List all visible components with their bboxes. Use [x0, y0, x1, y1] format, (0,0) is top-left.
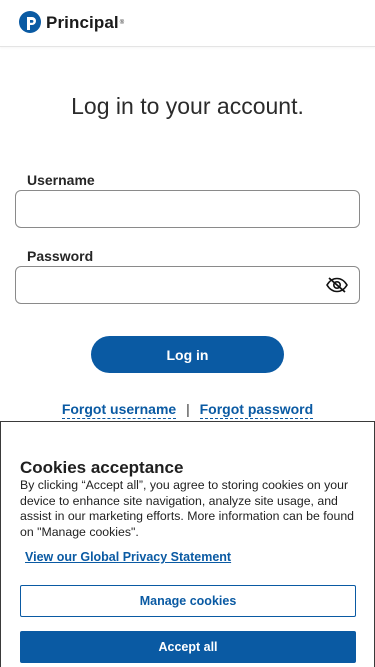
password-field[interactable]: [15, 266, 360, 304]
cookie-description: By clicking “Accept all”, you agree to s…: [20, 478, 355, 539]
brand-logo[interactable]: Principal ®: [18, 11, 124, 35]
manage-cookies-button[interactable]: Manage cookies: [20, 585, 356, 617]
site-header: Principal ®: [0, 0, 375, 47]
privacy-statement-link[interactable]: View our Global Privacy Statement: [25, 550, 231, 564]
forgot-username-link[interactable]: Forgot username: [61, 401, 177, 419]
page-title: Log in to your account.: [71, 93, 304, 119]
cookie-title: Cookies acceptance: [20, 458, 184, 477]
login-button[interactable]: Log in: [91, 336, 284, 373]
cookie-banner: Cookies acceptance By clicking “Accept a…: [0, 421, 375, 667]
password-label: Password: [27, 248, 94, 264]
link-separator: |: [186, 401, 190, 417]
brand-registered-mark: ®: [119, 20, 125, 26]
forgot-password-link[interactable]: Forgot password: [199, 401, 314, 419]
principal-logo-icon: [19, 11, 41, 33]
username-label: Username: [27, 172, 95, 188]
username-field[interactable]: [15, 190, 360, 228]
eye-slash-icon: [326, 277, 348, 293]
forgot-links: Forgot username | Forgot password: [0, 401, 375, 419]
brand-name: Principal: [46, 13, 119, 32]
show-password-button[interactable]: [325, 275, 349, 295]
accept-all-button[interactable]: Accept all: [20, 631, 356, 663]
login-page: Principal ® Log in to your account. User…: [0, 0, 375, 667]
